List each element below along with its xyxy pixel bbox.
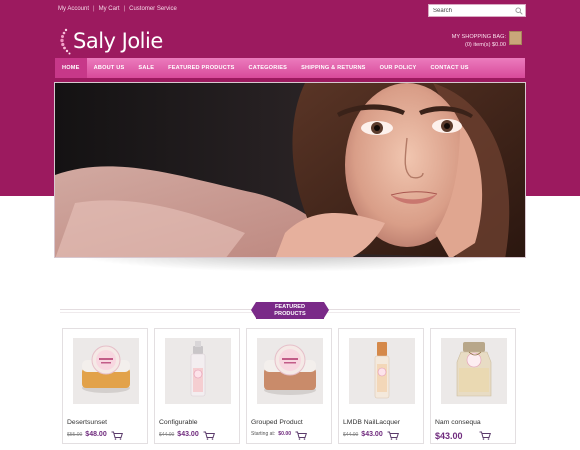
product-card[interactable]: LMDB NailLacquer $44.00 $43.00: [338, 328, 424, 444]
search-box: [428, 4, 526, 17]
old-price: $55.00: [67, 432, 83, 438]
old-price: $44.00: [159, 432, 175, 438]
product-name[interactable]: Nam consequa: [435, 419, 481, 426]
separator: |: [123, 6, 126, 12]
product-grid: Desertsunset $55.00 $48.00 Configurable …: [62, 328, 518, 446]
nav-sale[interactable]: SALE: [131, 58, 161, 78]
top-links: My Account | My Cart | Customer Service: [58, 6, 177, 12]
nav-our-policy[interactable]: OUR POLICY: [373, 58, 424, 78]
special-price: $43.00: [177, 431, 199, 438]
product-image[interactable]: [257, 338, 323, 404]
my-account-link[interactable]: My Account: [58, 6, 89, 12]
product-price: $43.00: [435, 431, 463, 441]
product-image[interactable]: [73, 338, 139, 404]
separator: |: [93, 6, 95, 12]
search-icon[interactable]: [513, 5, 525, 16]
add-to-cart-icon[interactable]: [203, 431, 215, 440]
product-name[interactable]: Desertsunset: [67, 419, 107, 426]
regular-price: $43.00: [435, 431, 463, 441]
main-nav: HOME ABOUT US SALE FEATURED PRODUCTS CAT…: [55, 58, 525, 78]
nav-shipping-returns[interactable]: SHIPPING & RETURNS: [294, 58, 373, 78]
nav-featured-products[interactable]: FEATURED PRODUCTS: [161, 58, 241, 78]
product-price: Starting at: $0.00: [251, 431, 291, 437]
hero-portrait-image: [55, 83, 525, 257]
shopping-bag-info[interactable]: MY SHOPPING BAG: (0) item(s) $0.00: [446, 33, 506, 49]
add-to-cart-icon[interactable]: [111, 431, 123, 440]
product-image[interactable]: [441, 338, 507, 404]
old-price: $44.00: [343, 432, 359, 438]
product-price: $55.00 $48.00: [67, 431, 107, 438]
featured-heading-line1: FEATURED: [274, 304, 306, 310]
hero-banner[interactable]: [54, 82, 526, 258]
logo-mark-icon: [60, 28, 71, 55]
starting-price: $0.00: [278, 431, 292, 437]
product-image[interactable]: [165, 338, 231, 404]
starting-at-label: Starting at:: [251, 431, 276, 437]
product-name[interactable]: Grouped Product: [251, 419, 303, 426]
product-name[interactable]: LMDB NailLacquer: [343, 419, 400, 426]
nav-contact-us[interactable]: CONTACT US: [423, 58, 475, 78]
nav-home[interactable]: HOME: [55, 58, 87, 78]
my-cart-link[interactable]: My Cart: [99, 6, 120, 12]
nav-about-us[interactable]: ABOUT US: [87, 58, 132, 78]
customer-service-link[interactable]: Customer Service: [129, 6, 177, 12]
product-card[interactable]: Grouped Product Starting at: $0.00: [246, 328, 332, 444]
special-price: $48.00: [85, 431, 107, 438]
shopping-bag-title: MY SHOPPING BAG:: [451, 34, 506, 40]
nav-categories[interactable]: CATEGORIES: [242, 58, 295, 78]
featured-products-heading: FEATURED PRODUCTS: [251, 302, 329, 319]
product-image[interactable]: [349, 338, 415, 404]
product-name[interactable]: Configurable: [159, 419, 198, 426]
shopping-bag-icon[interactable]: [509, 31, 522, 45]
product-card[interactable]: Nam consequa $43.00: [430, 328, 516, 444]
add-to-cart-icon[interactable]: [479, 431, 491, 440]
product-card[interactable]: Desertsunset $55.00 $48.00: [62, 328, 148, 444]
shopping-bag-summary: (0) item(s) $0.00: [464, 42, 506, 48]
site-logo[interactable]: Saly Jolie: [56, 26, 163, 56]
add-to-cart-icon[interactable]: [295, 431, 307, 440]
product-card[interactable]: Configurable $44.00 $43.00: [154, 328, 240, 444]
add-to-cart-icon[interactable]: [387, 431, 399, 440]
logo-text: Saly Jolie: [73, 29, 163, 53]
special-price: $43.00: [361, 431, 383, 438]
product-price: $44.00 $43.00: [159, 431, 199, 438]
search-input[interactable]: [429, 5, 513, 16]
product-price: $44.00 $43.00: [343, 431, 383, 438]
featured-heading-line2: PRODUCTS: [274, 311, 306, 317]
